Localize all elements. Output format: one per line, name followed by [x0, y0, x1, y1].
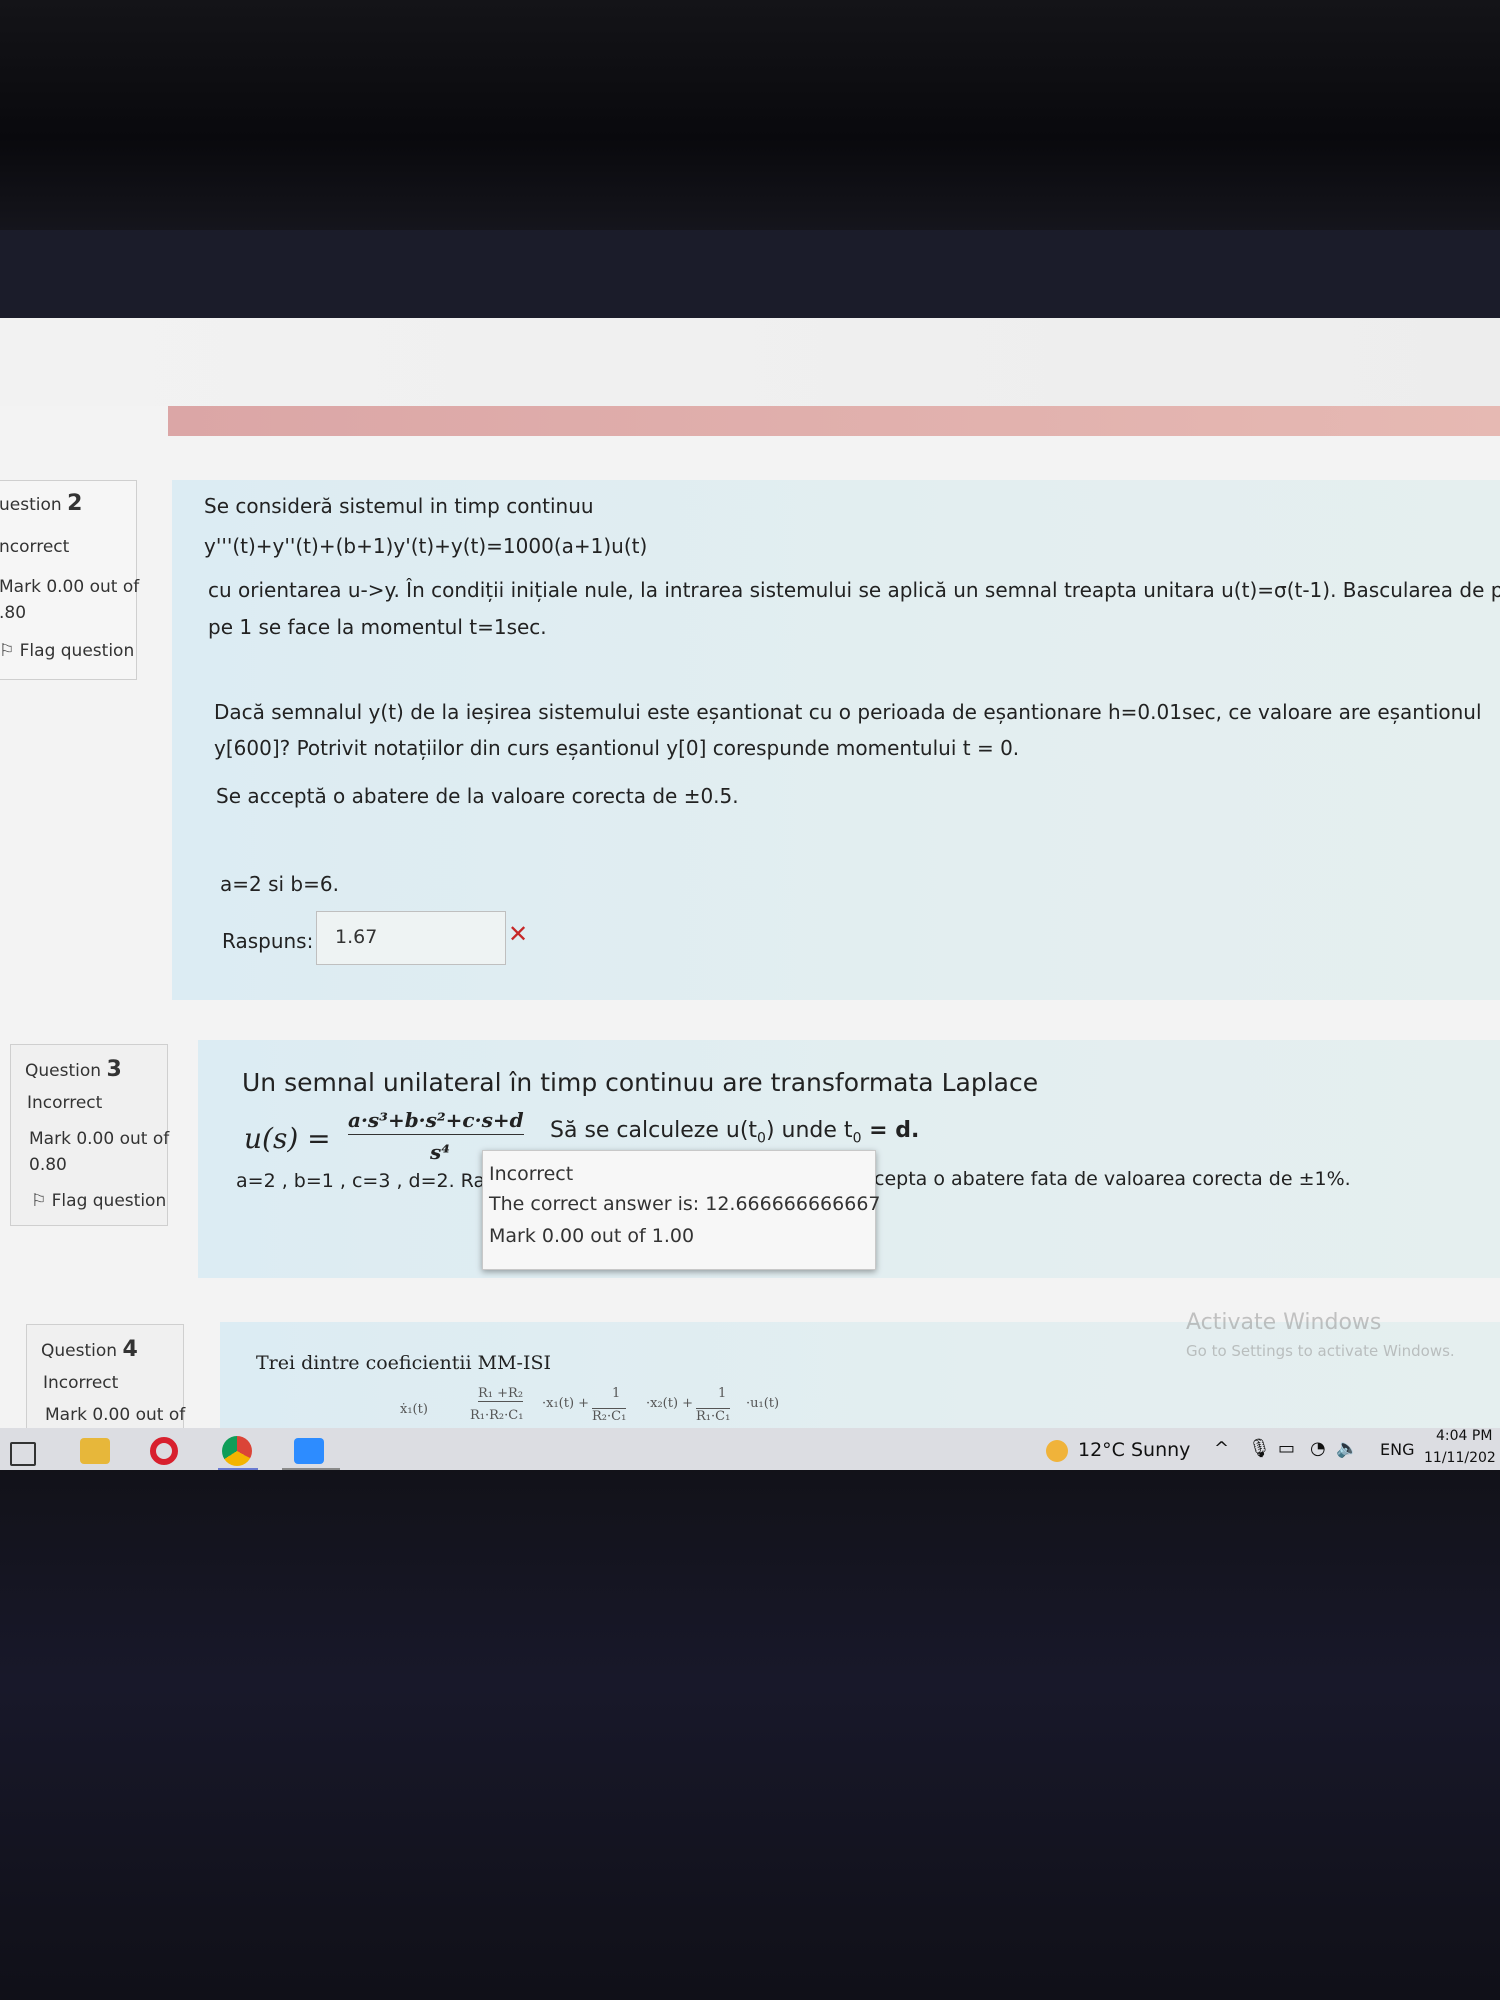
weather-widget[interactable]: 12°C Sunny: [1046, 1439, 1190, 1462]
alert-bar: [168, 406, 1500, 436]
question-text: cu orientarea u->y. În condiții inițiale…: [208, 578, 1500, 602]
screen-top-dark-area: [0, 230, 1500, 318]
monitor-bezel-top: [0, 0, 1500, 230]
flag-icon: ⚐: [31, 1191, 47, 1211]
flag-icon: ⚐: [0, 641, 15, 661]
term-variable: ·x₁(t) +: [542, 1396, 590, 1411]
question-text: y[600]? Potrivit notațiilor din curs eșa…: [214, 736, 1020, 760]
correct-answer-text: The correct answer is: 12.666666666667: [489, 1193, 881, 1215]
formula-numerator: a·s³+b·s²+c·s+d: [348, 1108, 524, 1135]
question-text: Se consideră sistemul in timp continuu: [204, 494, 594, 518]
question-label: uestion: [0, 495, 62, 515]
term-numerator: 1: [612, 1386, 621, 1401]
question-2-info: uestion 2 ncorrect Mark 0.00 out of .80 …: [0, 480, 140, 680]
question-text-part: = d.: [861, 1118, 920, 1143]
volume-icon[interactable]: 🔈: [1336, 1438, 1358, 1459]
parameters-text: a=2 si b=6.: [220, 872, 339, 896]
feedback-tooltip: Incorrect The correct answer is: 12.6666…: [482, 1150, 881, 1270]
feedback-mark: Mark 0.00 out of 1.00: [489, 1225, 695, 1247]
question-4-content: Trei dintre coeficientii MM-ISI ẋ₁(t) R₁…: [220, 1322, 1500, 1432]
answer-value: 1.67: [335, 926, 378, 948]
microphone-icon[interactable]: 🎙: [1248, 1438, 1271, 1459]
cross-icon: ✕: [508, 920, 529, 948]
question-3-info: Question 3 Incorrect Mark 0.00 out of 0.…: [10, 1044, 170, 1226]
flag-label: Flag question: [51, 1191, 167, 1211]
activation-watermark-title: Activate Windows: [1186, 1310, 1382, 1335]
question-4-number: Question 4: [41, 1337, 138, 1362]
question-title: Un semnal unilateral în timp continuu ar…: [242, 1068, 1039, 1097]
question-text: Să se calculeze u(t0) unde t0 = d.: [550, 1118, 920, 1147]
monitor-bezel-bottom: [0, 1470, 1500, 2000]
page-header-strip: [0, 318, 1500, 406]
zoom-icon[interactable]: [294, 1438, 324, 1464]
question-number: 4: [122, 1337, 138, 1362]
term-variable: ·x₂(t) +: [646, 1396, 694, 1411]
answer-input[interactable]: 1.67: [316, 911, 506, 965]
question-label: Question: [41, 1341, 118, 1361]
file-explorer-icon[interactable]: [80, 1438, 110, 1464]
browser-screen: uestion 2 ncorrect Mark 0.00 out of .80 …: [0, 318, 1500, 1470]
question-text-part: ) unde t: [765, 1118, 853, 1143]
sun-icon: [1046, 1439, 1068, 1462]
activation-watermark-text: Go to Settings to activate Windows.: [1186, 1342, 1455, 1360]
question-number: 3: [106, 1057, 122, 1082]
task-view-icon[interactable]: [10, 1442, 36, 1466]
question-3-number: Question 3: [25, 1057, 122, 1082]
feedback-status: Incorrect: [489, 1163, 574, 1185]
clock-date[interactable]: 11/11/202: [1424, 1450, 1496, 1466]
term-denominator: R₂·C₁: [592, 1408, 627, 1424]
question-text: Trei dintre coeficientii MM-ISI: [256, 1352, 551, 1374]
wifi-icon[interactable]: ◔: [1310, 1438, 1326, 1459]
question-mark: Mark 0.00 out of: [0, 577, 140, 597]
question-status: Incorrect: [43, 1373, 119, 1393]
term-variable: ·u₁(t): [746, 1396, 780, 1411]
question-status: ncorrect: [0, 537, 70, 557]
flag-question-link[interactable]: ⚐ Flag question: [31, 1191, 166, 1211]
question-2-number: uestion 2: [0, 491, 82, 516]
parameters-text: a=2 , b=1 , c=3 , d=2. Ras: [236, 1170, 496, 1192]
clock-time[interactable]: 4:04 PM: [1436, 1428, 1492, 1444]
question-number: 2: [67, 491, 83, 516]
question-text: pe 1 se face la momentul t=1sec.: [208, 615, 547, 639]
question-label: Question: [25, 1061, 102, 1081]
flag-question-link[interactable]: ⚐ Flag question: [0, 641, 134, 661]
flag-label: Flag question: [19, 641, 135, 661]
term-numerator: 1: [718, 1386, 727, 1401]
term-denominator: R₁·C₁: [696, 1408, 731, 1424]
question-mark-total: 0.80: [29, 1155, 67, 1175]
chevron-up-icon[interactable]: ^: [1214, 1438, 1229, 1459]
formula-denominator: s⁴: [430, 1140, 451, 1164]
differential-equation: y'''(t)+y''(t)+(b+1)y'(t)+y(t)=1000(a+1)…: [204, 534, 648, 558]
question-mark: Mark 0.00 out of: [45, 1405, 186, 1425]
language-indicator[interactable]: ENG: [1380, 1440, 1414, 1459]
formula-lhs: u(s) =: [244, 1122, 331, 1155]
state-derivative: ẋ₁(t): [400, 1402, 428, 1417]
battery-icon[interactable]: ▭: [1278, 1438, 1295, 1459]
chrome-icon[interactable]: [222, 1436, 252, 1466]
tolerance-text: Se acceptă o abatere de la valoare corec…: [216, 784, 739, 808]
question-mark-total: .80: [0, 603, 27, 623]
term-numerator: R₁ +R₂: [478, 1386, 524, 1402]
question-text: Dacă semnalul y(t) de la ieșirea sistemu…: [214, 700, 1482, 724]
term-denominator: R₁·R₂·C₁: [470, 1408, 524, 1423]
windows-taskbar: 12°C Sunny ^ 🎙 ▭ ◔ 🔈 ENG 4:04 PM 11/11/2…: [0, 1428, 1500, 1470]
opera-icon[interactable]: [150, 1437, 178, 1465]
question-status: Incorrect: [27, 1093, 103, 1113]
question-4-info: Question 4 Incorrect Mark 0.00 out of: [26, 1324, 186, 1436]
question-mark: Mark 0.00 out of: [29, 1129, 170, 1149]
weather-text: 12°C Sunny: [1078, 1439, 1191, 1461]
question-text-part: Să se calculeze u(t: [550, 1118, 758, 1143]
answer-label: Raspuns:: [222, 929, 314, 953]
tolerance-text: cepta o abatere fata de valoarea corecta…: [874, 1168, 1351, 1190]
